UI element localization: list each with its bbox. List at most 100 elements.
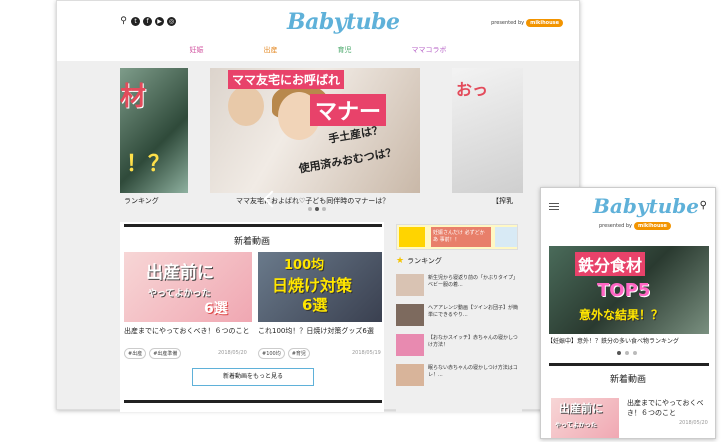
slider-pagination [617, 351, 637, 355]
nav-item-birth[interactable]: 出産 [264, 45, 278, 55]
pagination-dot-active[interactable] [315, 207, 319, 211]
slide-previous-text-2: ！？ [126, 152, 171, 177]
ranking-item[interactable]: 【おなかスイッチ】赤ちゃんの寝かしつけ方法！ [396, 334, 518, 360]
new-videos-section: 新着動画 出産前に やってよかった 6選 100均 日焼け対策 6選 出産までに… [120, 222, 384, 412]
section-title: 新着動画 [609, 375, 646, 385]
ad-text: 妊娠さんだけ 必ずどかあ 事前！！ [431, 227, 491, 247]
search-icon[interactable]: ⚲ [119, 17, 128, 26]
thumb-text-1: 100均 [284, 258, 325, 273]
hero-slider[interactable]: 材 ！？ ランキング ママ友宅にお呼ばれ マナー 手土産は？ 使用済みおむつは？… [120, 68, 523, 218]
sponsor-logo[interactable]: mikihouse [633, 222, 671, 230]
ad-banner[interactable]: 妊娠さんだけ 必ずどかあ 事前！！ [396, 224, 518, 250]
ranking-title: ランキング [407, 257, 442, 265]
slide-current[interactable]: ママ友宅にお呼ばれ マナー 手土産は？ 使用済みおむつは？ [210, 68, 420, 193]
more-videos-button[interactable]: 新着動画をもっと見る [192, 368, 314, 386]
pagination-dot-active[interactable] [617, 351, 621, 355]
pagination-dot[interactable] [633, 351, 637, 355]
presented-by-label: presented by [491, 20, 525, 26]
site-logo[interactable]: Babytube [287, 9, 400, 35]
video-thumbnail[interactable]: 出産前に やってよかった [551, 398, 619, 438]
sponsor-logo[interactable]: mikihouse [526, 19, 563, 27]
ranking-thumbnail [396, 334, 424, 356]
thumb-text-1: 出産前に [559, 402, 603, 415]
thumb-text-2: 日焼け対策 [272, 276, 353, 295]
section-divider [124, 224, 382, 227]
ranking-item[interactable]: 新生児から寝返り前の「かぶりタイプ」ベビー服の着... [396, 274, 518, 300]
ranking-item[interactable]: ヘアアレンジ動画【ツインお団子】が簡単にできるやり... [396, 304, 518, 330]
instagram-icon[interactable]: ◎ [167, 17, 176, 26]
slide-previous-text: 材 [120, 82, 147, 112]
sidebar: 妊娠さんだけ 必ずどかあ 事前！！ ★ ランキング 新生児から寝返り前の「かぶり… [396, 222, 522, 412]
video-title[interactable]: これ100均！？日焼け対策グッズ6選 [258, 326, 374, 336]
slide-next-caption[interactable]: 【搾乳 [492, 196, 513, 206]
video-title[interactable]: 出産までにやっておくべき！６つのこと [124, 326, 249, 336]
video-date: 2018/05/20 [218, 350, 247, 356]
pagination-dot[interactable] [322, 207, 326, 211]
hero-slide[interactable]: 鉄分食材 TOP5 意外な結果！？ [549, 246, 709, 334]
hero-text-2: TOP5 [597, 280, 651, 301]
video-date: 2018/05/20 [679, 420, 708, 426]
facebook-icon[interactable]: f [143, 17, 152, 26]
video-tags: #出産 #出産準備 [124, 348, 182, 359]
section-title: 新着動画 [233, 237, 270, 247]
slider-pagination [308, 207, 326, 211]
section-divider [124, 400, 382, 403]
nav-item-mama-collab[interactable]: ママコラボ [412, 45, 447, 55]
hamburger-menu-icon[interactable] [549, 203, 559, 210]
ad-image [399, 227, 425, 247]
thumb-text-3: 6選 [302, 296, 328, 314]
sponsor-credit: presented by mikihouse [599, 222, 671, 230]
nav-item-parenting[interactable]: 育児 [338, 45, 352, 55]
star-icon: ★ [396, 256, 405, 266]
ranking-title: 【おなかスイッチ】赤ちゃんの寝かしつけ方法！ [428, 335, 518, 348]
presented-by-label: presented by [599, 223, 632, 229]
ranking-item[interactable]: 眠らない赤ちゃんの寝かしつけ方法はコレ！... [396, 364, 518, 390]
ranking-header: ★ ランキング [396, 256, 442, 266]
ranking-title: 眠らない赤ちゃんの寝かしつけ方法はコレ！... [428, 365, 518, 378]
ranking-thumbnail [396, 274, 424, 296]
pagination-dot[interactable] [308, 207, 312, 211]
thumb-text-1: 出産前に [146, 263, 214, 283]
ranking-title: 新生児から寝返り前の「かぶりタイプ」ベビー服の着... [428, 275, 519, 288]
slide-headline: マナー [310, 94, 387, 126]
thumb-text-3: 6選 [204, 301, 228, 317]
video-title[interactable]: 出産までにやっておくべき！６つのこと [627, 398, 709, 418]
slide-previous-caption[interactable]: ランキング [124, 196, 159, 206]
category-nav: 妊娠 出産 育児 ママコラボ [57, 45, 579, 55]
mobile-mockup: Babytube ⚲ presented by mikihouse 鉄分食材 T… [540, 187, 716, 439]
twitter-icon[interactable]: t [131, 17, 140, 26]
hero-text-3: 意外な結果！？ [579, 308, 664, 322]
ranking-thumbnail [396, 364, 424, 386]
ranking-thumbnail [396, 304, 424, 326]
tag[interactable]: #100均 [258, 348, 285, 359]
thumb-text-2: やってよかった [555, 422, 597, 429]
youtube-icon[interactable]: ▶ [155, 17, 164, 26]
search-icon[interactable]: ⚲ [700, 200, 707, 211]
person-image [228, 86, 264, 126]
thumb-text-2: やってよかった [148, 289, 211, 299]
hero-caption[interactable]: 【妊娠中】意外！？鉄分の多い食べ物ランキング [547, 336, 679, 345]
tag[interactable]: #育児 [287, 348, 310, 359]
slide-next-text: おっ [456, 80, 489, 99]
hero-text-1: 鉄分食材 [575, 252, 646, 276]
social-icons: ⚲ t f ▶ ◎ [119, 17, 176, 26]
tag[interactable]: #出産準備 [149, 348, 182, 359]
video-tags: #100均 #育児 [258, 348, 310, 359]
nav-item-pregnancy[interactable]: 妊娠 [190, 45, 204, 55]
desktop-header: ⚲ t f ▶ ◎ Babytube presented by mikihous… [57, 1, 579, 61]
tag[interactable]: #出産 [124, 348, 147, 359]
site-logo[interactable]: Babytube [593, 194, 699, 218]
ranking-title: ヘアアレンジ動画【ツインお団子】が簡単にできるやり... [428, 305, 519, 318]
video-date: 2018/05/19 [352, 350, 381, 356]
slide-tag: ママ友宅にお呼ばれ [228, 70, 345, 89]
slide-next[interactable]: おっ [452, 68, 523, 193]
slide-previous[interactable]: 材 ！？ [120, 68, 188, 193]
sponsor-credit: presented by mikihouse [491, 19, 563, 27]
section-divider [549, 363, 709, 366]
video-thumbnail[interactable]: 100均 日焼け対策 6選 [258, 252, 382, 322]
ad-image [495, 227, 517, 247]
slide-line-2: 使用済みおむつは？ [297, 145, 398, 176]
video-thumbnail[interactable]: 出産前に やってよかった 6選 [124, 252, 252, 322]
pagination-dot[interactable] [625, 351, 629, 355]
slide-current-caption[interactable]: ママ友宅におよばれ♡子ども同伴時のマナーは？ [236, 196, 389, 206]
